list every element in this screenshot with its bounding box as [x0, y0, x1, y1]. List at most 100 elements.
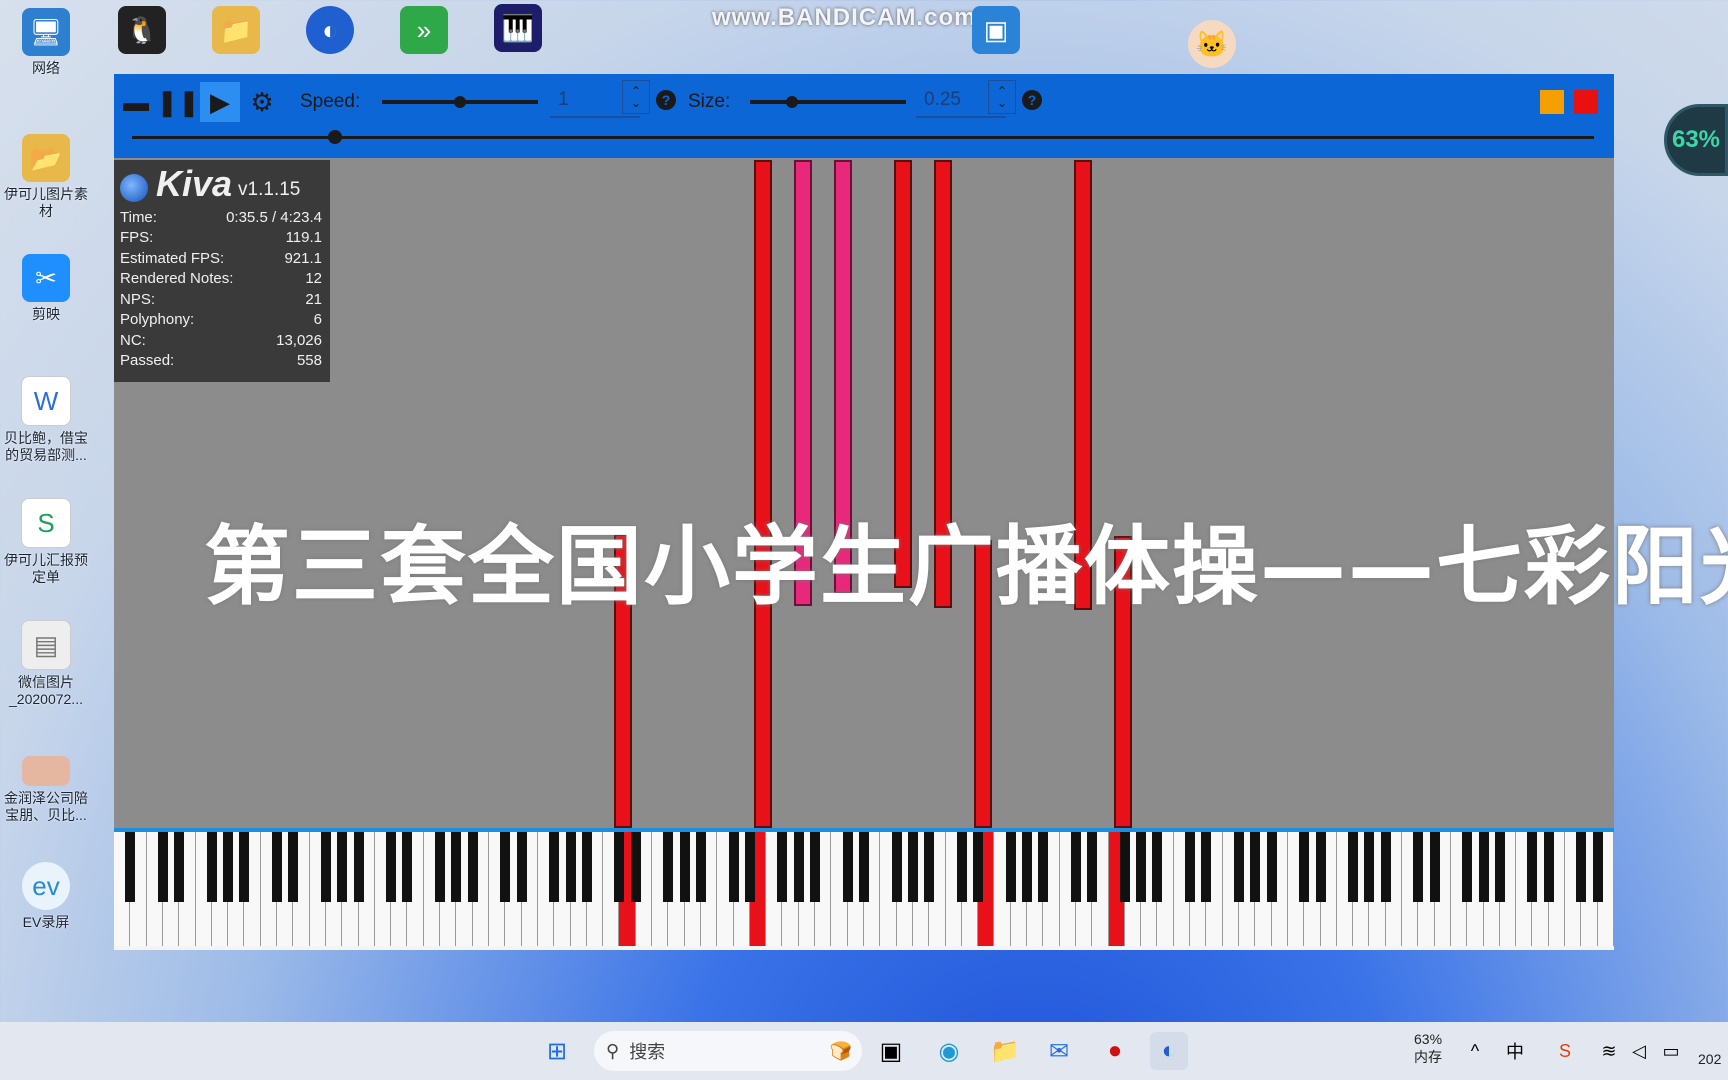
file-explorer-button[interactable]: 📁	[986, 1032, 1024, 1070]
speed-help-icon[interactable]: ?	[656, 90, 676, 110]
piano-black-key[interactable]	[1038, 832, 1049, 902]
piano-black-key[interactable]	[842, 832, 853, 902]
piano-black-key[interactable]	[1022, 832, 1033, 902]
piano-black-key[interactable]	[1413, 832, 1424, 902]
qq-shortcut[interactable]: 🐧	[94, 6, 190, 58]
piano-black-key[interactable]	[337, 832, 348, 902]
piano-black-key[interactable]	[320, 832, 331, 902]
piano-black-key[interactable]	[1136, 832, 1147, 902]
piano-black-key[interactable]	[288, 832, 299, 902]
piano-black-key[interactable]	[679, 832, 690, 902]
mail-button[interactable]: ✉	[1040, 1032, 1078, 1070]
piano-black-key[interactable]	[1576, 832, 1587, 902]
play-button[interactable]: ▶	[200, 82, 240, 122]
piano-black-key[interactable]	[973, 832, 984, 902]
desktop-icon-network[interactable]: 🖥 网络	[0, 8, 94, 77]
memory-gauge-widget[interactable]: 63%	[1664, 104, 1728, 176]
task-view-button[interactable]: ▣	[872, 1032, 910, 1070]
piano-keyboard[interactable]	[114, 828, 1614, 950]
piano-black-key[interactable]	[353, 832, 364, 902]
size-spinner[interactable]: ⌃ ⌄	[988, 80, 1016, 114]
piano-black-key[interactable]	[1527, 832, 1538, 902]
piano-black-key[interactable]	[157, 832, 168, 902]
piano-black-key[interactable]	[744, 832, 755, 902]
tray-overflow-button[interactable]: ^	[1456, 1032, 1494, 1070]
piano-black-key[interactable]	[695, 832, 706, 902]
sogou-input-icon[interactable]: S	[1546, 1032, 1584, 1070]
piano-black-key[interactable]	[1299, 832, 1310, 902]
desktop-icon-folder[interactable]: 📂 伊可儿图片素材	[0, 134, 94, 220]
piano-black-key[interactable]	[272, 832, 283, 902]
piano-black-key[interactable]	[1119, 832, 1130, 902]
kiva-taskbar-button[interactable]: ◐	[1150, 1032, 1188, 1070]
piano-black-key[interactable]	[793, 832, 804, 902]
piano-black-key[interactable]	[1005, 832, 1016, 902]
piano-black-key[interactable]	[1070, 832, 1081, 902]
piano-black-key[interactable]	[467, 832, 478, 902]
pause-button[interactable]: ❚❚	[156, 82, 200, 122]
desktop-icon-photo[interactable]: 金润泽公司陪宝朋、贝比...	[0, 756, 94, 824]
blue-app-shortcut[interactable]: ▣	[948, 6, 1044, 58]
ime-indicator[interactable]: 中	[1496, 1032, 1534, 1070]
piano-black-key[interactable]	[239, 832, 250, 902]
taskbar-search-box[interactable]: ⚲ 搜索 🍞	[594, 1031, 862, 1071]
piano-black-key[interactable]	[125, 832, 136, 902]
piano-black-key[interactable]	[1348, 832, 1359, 902]
piano-black-key[interactable]	[386, 832, 397, 902]
piano-black-key[interactable]	[1478, 832, 1489, 902]
piano-black-key[interactable]	[206, 832, 217, 902]
piano-black-key[interactable]	[223, 832, 234, 902]
settings-button[interactable]: ⚙	[242, 82, 282, 122]
piano-black-key[interactable]	[1152, 832, 1163, 902]
piano-black-key[interactable]	[435, 832, 446, 902]
piano-black-key[interactable]	[924, 832, 935, 902]
piano-black-key[interactable]	[451, 832, 462, 902]
piano-black-key[interactable]	[1462, 832, 1473, 902]
desktop-icon-capcut[interactable]: ✂ 剪映	[0, 254, 94, 323]
cat-widget[interactable]: 🐱	[1164, 20, 1260, 72]
piano-black-key[interactable]	[728, 832, 739, 902]
piano-black-key[interactable]	[907, 832, 918, 902]
app-shortcut[interactable]: »	[376, 6, 472, 58]
desktop-icon-sheet[interactable]: S 伊可儿汇报预定单	[0, 498, 94, 586]
piano-black-key[interactable]	[1234, 832, 1244, 902]
piano-black-key[interactable]	[1494, 832, 1505, 902]
start-button[interactable]: ⊞	[538, 1032, 576, 1070]
piano-black-key[interactable]	[1266, 832, 1277, 902]
clock-date-partial[interactable]: 202	[1698, 1050, 1721, 1068]
close-button[interactable]	[1574, 90, 1598, 114]
piano-black-key[interactable]	[500, 832, 511, 902]
size-slider[interactable]	[750, 100, 906, 104]
piano-black-key[interactable]	[630, 832, 641, 902]
piano-black-key[interactable]	[549, 832, 560, 902]
size-slider-thumb[interactable]	[786, 96, 798, 108]
piano-black-key[interactable]	[1543, 832, 1554, 902]
folder-shortcut[interactable]: 📁	[188, 6, 284, 58]
piano-black-key[interactable]	[810, 832, 821, 902]
desktop-icon-word-doc[interactable]: W 贝比鲍，借宝的贸易部测...	[0, 376, 94, 464]
piano-black-key[interactable]	[1380, 832, 1391, 902]
piano-black-key[interactable]	[1429, 832, 1440, 902]
recorder-button[interactable]: ●	[1096, 1032, 1134, 1070]
piano-black-key[interactable]	[1592, 832, 1603, 902]
piano-black-key[interactable]	[516, 832, 527, 902]
desktop-icon-ev-recorder[interactable]: ev EV录屏	[0, 862, 94, 931]
battery-icon[interactable]: ▭	[1652, 1032, 1690, 1070]
piano-black-key[interactable]	[891, 832, 902, 902]
piano-black-key[interactable]	[956, 832, 967, 902]
seek-bar[interactable]	[132, 136, 1594, 139]
size-help-icon[interactable]: ?	[1022, 90, 1042, 110]
piano-black-key[interactable]	[859, 832, 869, 902]
speed-slider-thumb[interactable]	[454, 96, 466, 108]
piano-black-key[interactable]	[777, 832, 788, 902]
desktop-icon-image[interactable]: ▤ 微信图片_2020072...	[0, 620, 94, 708]
piano-black-key[interactable]	[402, 832, 413, 902]
piano-black-key[interactable]	[1250, 832, 1261, 902]
piano-black-key[interactable]	[174, 832, 185, 902]
speed-spinner[interactable]: ⌃ ⌄	[622, 80, 650, 114]
piano-black-key[interactable]	[1201, 832, 1212, 902]
open-file-button[interactable]: ▬	[116, 82, 156, 122]
kiva-shortcut[interactable]: ◐	[282, 6, 378, 58]
piano-black-key[interactable]	[581, 832, 592, 902]
piano-black-key[interactable]	[1364, 832, 1375, 902]
